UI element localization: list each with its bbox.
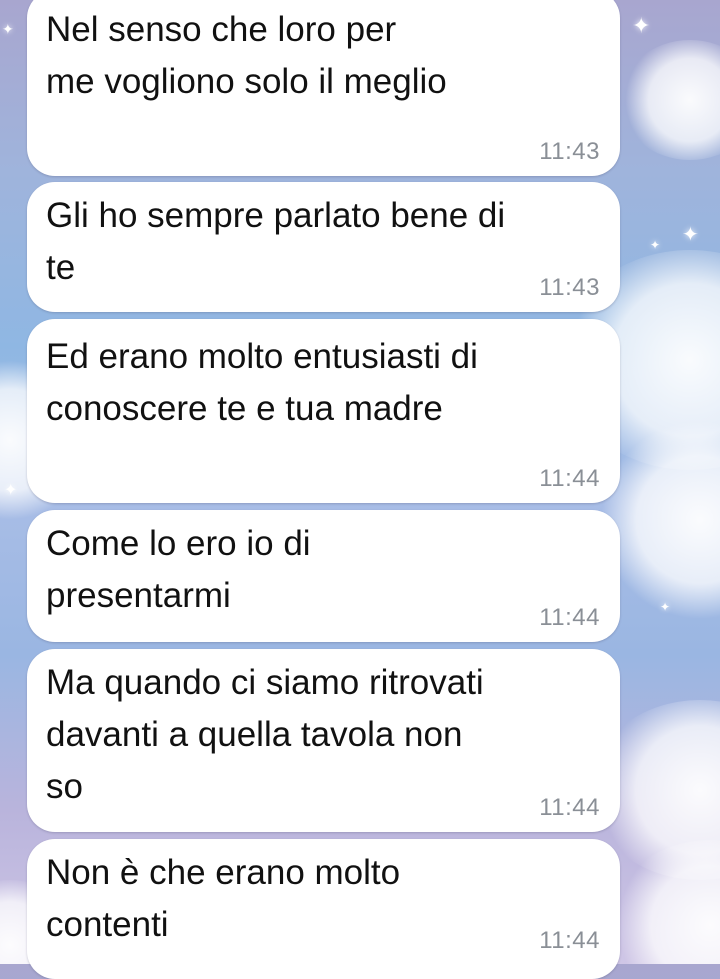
message-bubble[interactable]: Ed erano molto entusiasti di conoscere t… [27,319,620,503]
message-bubble[interactable]: Non è che erano molto contenti 11:44 [27,839,620,979]
message-text: Non è che erano molto contenti [46,853,401,944]
message-text: Ma quando ci siamo ritrovati davanti a q… [46,663,484,806]
sparkle-icon: ✦ [682,222,699,246]
message-timestamp: 11:43 [539,274,600,301]
message-timestamp: 11:44 [539,794,600,821]
message-bubble[interactable]: Come lo ero io di presentarmi 11:44 [27,510,620,642]
message-bubble[interactable]: Nel senso che loro per me vogliono solo … [27,0,620,176]
message-timestamp: 11:44 [539,604,600,631]
message-text: Gli ho sempre parlato bene di te [46,196,506,287]
cloud-icon [610,840,720,964]
cloud-icon [620,40,720,160]
message-bubble[interactable]: Ma quando ci siamo ritrovati davanti a q… [27,649,620,832]
message-text: Ed erano molto entusiasti di conoscere t… [46,337,478,428]
message-text: Nel senso che loro per me vogliono solo … [46,10,447,101]
message-bubble[interactable]: Gli ho sempre parlato bene di te 11:43 [27,182,620,312]
message-text: Come lo ero io di presentarmi [46,524,311,615]
sparkle-icon: ✦ [660,600,671,614]
sparkle-icon: ✦ [2,22,14,38]
message-timestamp: 11:44 [539,927,600,954]
sparkle-icon: ✦ [4,480,18,499]
message-timestamp: 11:44 [539,465,600,492]
sparkle-icon: ✦ [650,238,661,252]
sparkle-icon: ✦ [632,14,651,39]
message-timestamp: 11:43 [539,138,600,165]
